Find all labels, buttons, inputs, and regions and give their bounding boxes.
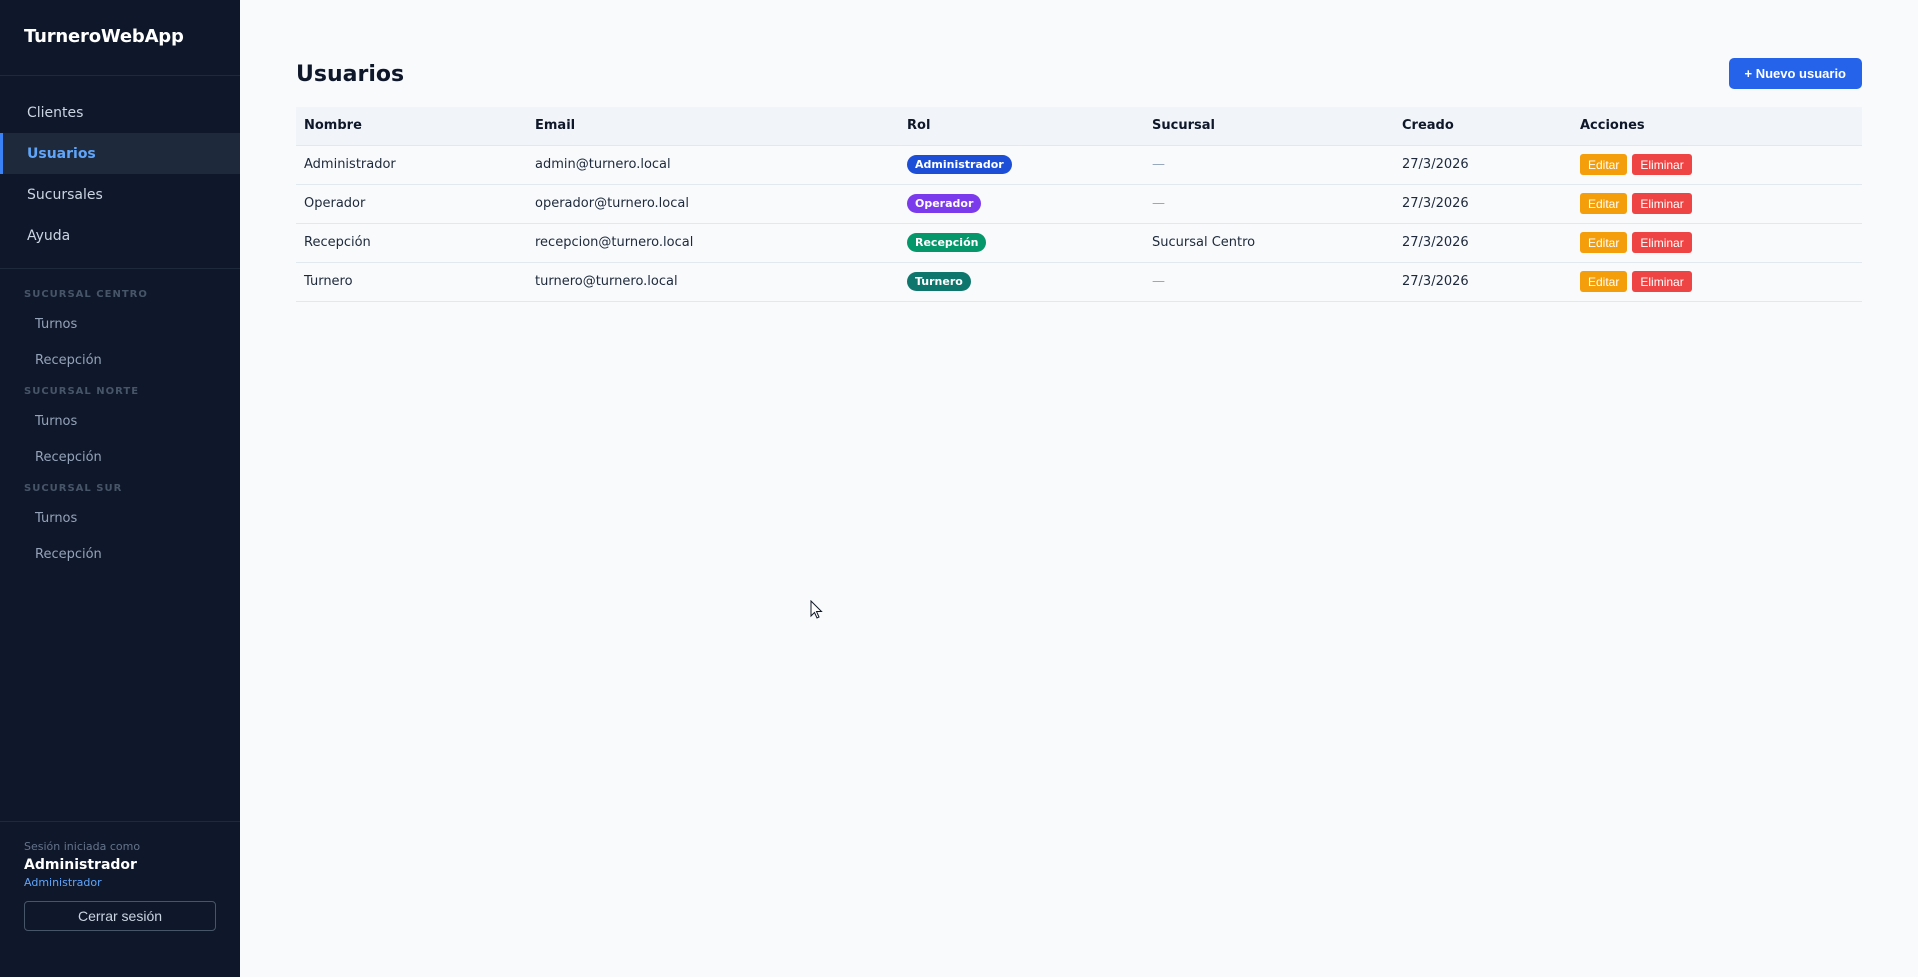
- cell-creado: 27/3/2026: [1394, 223, 1572, 263]
- edit-button[interactable]: Editar: [1580, 232, 1628, 253]
- role-badge: Turnero: [907, 272, 971, 291]
- table-header-row: Nombre Email Rol Sucursal Creado Accione…: [296, 107, 1862, 146]
- cell-nombre: Administrador: [296, 145, 527, 185]
- edit-button[interactable]: Editar: [1580, 271, 1628, 292]
- delete-button[interactable]: Eliminar: [1632, 154, 1692, 175]
- table-row: Recepción recepcion@turnero.local Recepc…: [296, 223, 1862, 263]
- app-title: TurneroWebApp: [0, 0, 240, 76]
- edit-button[interactable]: Editar: [1580, 193, 1628, 214]
- session-panel: Sesión iniciada como Administrador Admin…: [0, 821, 240, 977]
- cell-acciones: Editar Eliminar: [1572, 184, 1862, 224]
- session-user-role: Administrador: [24, 876, 102, 889]
- sidebar-item-usuarios[interactable]: Usuarios: [0, 133, 240, 174]
- main-nav: Clientes Usuarios Sucursales Ayuda: [0, 76, 240, 269]
- cell-creado: 27/3/2026: [1394, 145, 1572, 185]
- new-user-button[interactable]: + Nuevo usuario: [1728, 58, 1862, 89]
- cell-nombre: Recepción: [296, 223, 527, 263]
- cell-creado: 27/3/2026: [1394, 184, 1572, 224]
- sidebar-item-sucursales[interactable]: Sucursales: [0, 174, 240, 215]
- branch-norte-turnos-link[interactable]: Turnos: [0, 403, 240, 439]
- branch-title-centro: SUCURSAL CENTRO: [24, 289, 148, 300]
- cell-email: recepcion@turnero.local: [527, 223, 899, 263]
- cell-nombre: Operador: [296, 184, 527, 224]
- column-header-creado[interactable]: Creado: [1394, 107, 1572, 146]
- column-header-acciones: Acciones: [1572, 107, 1862, 146]
- cell-email: turnero@turnero.local: [527, 262, 899, 302]
- column-header-sucursal[interactable]: Sucursal: [1144, 107, 1394, 146]
- sidebar-item-clientes[interactable]: Clientes: [0, 92, 240, 133]
- table-row: Administrador admin@turnero.local Admini…: [296, 145, 1862, 185]
- role-badge: Administrador: [907, 155, 1012, 174]
- cell-email: admin@turnero.local: [527, 145, 899, 185]
- branch-sur-recepcion-link[interactable]: Recepción: [0, 536, 240, 572]
- column-header-rol[interactable]: Rol: [899, 107, 1144, 146]
- sidebar-item-ayuda[interactable]: Ayuda: [0, 215, 240, 256]
- cell-sucursal: —: [1144, 262, 1394, 302]
- branch-title-norte: SUCURSAL NORTE: [24, 386, 140, 397]
- role-badge: Operador: [907, 194, 982, 213]
- mouse-cursor-icon: [810, 600, 823, 619]
- cell-nombre: Turnero: [296, 262, 527, 302]
- column-header-email[interactable]: Email: [527, 107, 899, 146]
- branch-sur-turnos-link[interactable]: Turnos: [0, 500, 240, 536]
- session-label: Sesión iniciada como: [24, 840, 141, 853]
- logout-button[interactable]: Cerrar sesión: [24, 901, 216, 931]
- cell-acciones: Editar Eliminar: [1572, 262, 1862, 302]
- edit-button[interactable]: Editar: [1580, 154, 1628, 175]
- session-user-name: Administrador: [24, 857, 137, 873]
- delete-button[interactable]: Eliminar: [1632, 271, 1692, 292]
- page-title: Usuarios: [296, 62, 405, 87]
- branch-norte-recepcion-link[interactable]: Recepción: [0, 439, 240, 475]
- users-table: Nombre Email Rol Sucursal Creado Accione…: [296, 107, 1862, 302]
- cell-acciones: Editar Eliminar: [1572, 223, 1862, 263]
- delete-button[interactable]: Eliminar: [1632, 193, 1692, 214]
- branch-centro-turnos-link[interactable]: Turnos: [0, 306, 240, 342]
- cell-sucursal: Sucursal Centro: [1144, 223, 1394, 263]
- main-content: Usuarios + Nuevo usuario Nombre Email Ro…: [296, 0, 1862, 302]
- sidebar: TurneroWebApp Clientes Usuarios Sucursal…: [0, 0, 240, 977]
- branch-centro-recepcion-link[interactable]: Recepción: [0, 342, 240, 378]
- role-badge: Recepción: [907, 233, 987, 252]
- column-header-nombre[interactable]: Nombre: [296, 107, 527, 146]
- cell-sucursal: —: [1144, 184, 1394, 224]
- table-row: Turnero turnero@turnero.local Turnero — …: [296, 262, 1862, 302]
- cell-acciones: Editar Eliminar: [1572, 145, 1862, 185]
- branch-title-sur: SUCURSAL SUR: [24, 483, 123, 494]
- cell-creado: 27/3/2026: [1394, 262, 1572, 302]
- table-row: Operador operador@turnero.local Operador…: [296, 184, 1862, 224]
- cell-email: operador@turnero.local: [527, 184, 899, 224]
- delete-button[interactable]: Eliminar: [1632, 232, 1692, 253]
- branch-nav: SUCURSAL CENTRO Turnos Recepción SUCURSA…: [0, 269, 240, 572]
- cell-sucursal: —: [1144, 145, 1394, 185]
